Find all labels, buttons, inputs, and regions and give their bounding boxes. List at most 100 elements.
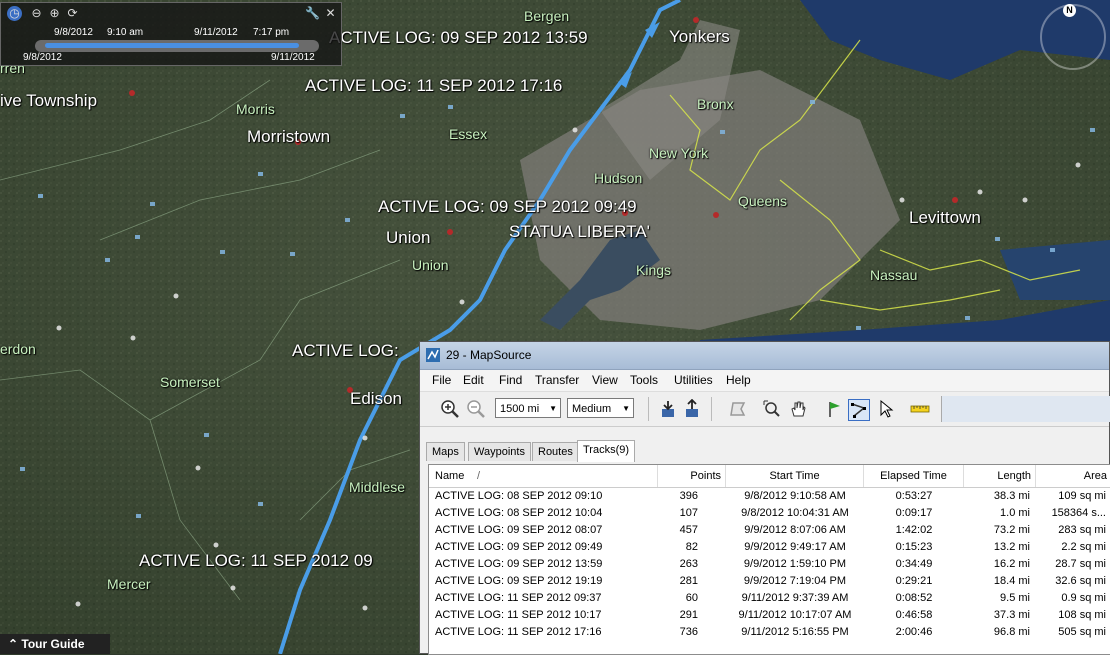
table-row[interactable]: ACTIVE LOG: 11 SEP 2012 17:16 736 9/11/201… xyxy=(429,624,1110,641)
table-row[interactable]: ACTIVE LOG: 11 SEP 2012 09:37 60 9/11/2012… xyxy=(429,590,1110,607)
cell-name: ACTIVE LOG: 09 SEP 2012 19:19 xyxy=(435,575,603,587)
waypoint-tool-icon[interactable] xyxy=(824,399,844,419)
tab-maps[interactable]: Maps xyxy=(426,442,465,461)
wrench-icon[interactable]: 🔧 xyxy=(305,6,320,21)
county-label: Kings xyxy=(636,262,672,278)
table-row[interactable]: ACTIVE LOG: 09 SEP 2012 09:49 82 9/9/2012 … xyxy=(429,539,1110,556)
menu-utilities[interactable]: Utilities xyxy=(674,373,713,387)
send-to-device-icon[interactable] xyxy=(682,399,702,419)
cell-start-time: 9/11/2012 9:37:39 AM xyxy=(741,592,849,604)
menu-find[interactable]: Find xyxy=(499,373,522,387)
table-row[interactable]: ACTIVE LOG: 09 SEP 2012 19:19 281 9/9/2012… xyxy=(429,573,1110,590)
tab-waypoints[interactable]: Waypoints xyxy=(468,442,531,461)
county-label: Middlese xyxy=(349,479,406,495)
place-label[interactable]: Levittown xyxy=(909,208,981,228)
clock-icon[interactable]: ◷ xyxy=(7,6,22,21)
cell-elapsed-time: 1:42:02 xyxy=(895,524,933,536)
menu-file[interactable]: File xyxy=(432,373,451,387)
cell-area: 109 sq mi xyxy=(1058,490,1106,502)
county-label: erdon xyxy=(0,341,36,357)
place-label[interactable]: Morristown xyxy=(247,127,330,147)
cell-length: 18.4 mi xyxy=(993,575,1030,587)
track-label[interactable]: ACTIVE LOG: 09 SEP 2012 09:49 xyxy=(378,197,637,217)
zoom-in-icon[interactable] xyxy=(440,399,460,419)
place-label[interactable]: Yonkers xyxy=(669,27,730,47)
hand-tool-icon[interactable] xyxy=(788,399,808,419)
menu-edit[interactable]: Edit xyxy=(463,373,484,387)
time-slider-track[interactable] xyxy=(35,40,319,52)
toolbar-separator xyxy=(711,397,712,421)
column-header-elapsed-time[interactable]: Elapsed Time xyxy=(864,465,964,487)
detail-value: Medium xyxy=(572,403,612,415)
time-slider-range[interactable] xyxy=(45,43,299,48)
cell-name: ACTIVE LOG: 09 SEP 2012 13:59 xyxy=(435,558,603,570)
track-label[interactable]: ACTIVE LOG: 09 SEP 2012 13:59 xyxy=(329,28,588,48)
cell-length: 73.2 mi xyxy=(993,524,1030,536)
column-header-length[interactable]: Length xyxy=(964,465,1036,487)
route-tool-icon[interactable] xyxy=(848,399,870,421)
cell-area: 32.6 sq mi xyxy=(1055,575,1106,587)
cell-start-time: 9/11/2012 10:17:07 AM xyxy=(738,609,852,621)
close-icon[interactable]: ✕ xyxy=(323,6,338,21)
track-label[interactable]: ACTIVE LOG: xyxy=(292,341,399,361)
zoom-out-time-icon[interactable]: ⊖ xyxy=(29,6,44,21)
place-label[interactable]: ive Township xyxy=(0,91,97,111)
play-icon[interactable]: ⟳ xyxy=(65,6,80,21)
cell-length: 37.3 mi xyxy=(993,609,1030,621)
tab-routes[interactable]: Routes xyxy=(532,442,579,461)
receive-from-device-icon[interactable] xyxy=(658,399,678,419)
cell-start-time: 9/9/2012 8:07:06 AM xyxy=(744,524,846,536)
title-bar[interactable]: 29 - MapSource xyxy=(420,342,1109,370)
table-row[interactable]: ACTIVE LOG: 11 SEP 2012 10:17 291 9/11/201… xyxy=(429,607,1110,624)
column-header-start-time[interactable]: Start Time xyxy=(726,465,864,487)
column-header-points[interactable]: Points xyxy=(658,465,726,487)
place-label[interactable]: Union xyxy=(386,228,430,248)
cell-length: 38.3 mi xyxy=(993,490,1030,502)
county-label: Union xyxy=(412,257,449,273)
zoom-out-icon[interactable] xyxy=(466,399,486,419)
map-tool-icon[interactable] xyxy=(728,399,748,419)
column-header-area[interactable]: Area xyxy=(1036,465,1110,487)
tour-guide-button[interactable]: ⌃ Tour Guide xyxy=(0,634,110,654)
county-label: Hudson xyxy=(594,170,643,186)
menu-view[interactable]: View xyxy=(592,373,618,387)
tracks-rows: ACTIVE LOG: 08 SEP 2012 09:10 396 9/8/2012… xyxy=(429,488,1110,641)
menu-tools[interactable]: Tools xyxy=(630,373,658,387)
county-label: Morris xyxy=(236,101,275,117)
detail-select[interactable]: Medium ▼ xyxy=(567,398,634,418)
cell-length: 1.0 mi xyxy=(1000,507,1030,519)
compass-north-label[interactable]: N xyxy=(1063,4,1076,17)
table-row[interactable]: ACTIVE LOG: 08 SEP 2012 10:04 107 9/8/2012… xyxy=(429,505,1110,522)
scale-select[interactable]: 1500 mi ▼ xyxy=(495,398,561,418)
mapsource-window[interactable]: 29 - MapSource File Edit Find Transfer V… xyxy=(419,341,1110,655)
cell-points: 396 xyxy=(679,490,698,502)
track-label[interactable]: ACTIVE LOG: 11 SEP 2012 17:16 xyxy=(305,76,562,96)
cell-length: 96.8 mi xyxy=(993,626,1030,638)
table-row[interactable]: ACTIVE LOG: 08 SEP 2012 09:10 396 9/8/2012… xyxy=(429,488,1110,505)
menu-help[interactable]: Help xyxy=(726,373,751,387)
tracks-list[interactable]: Name / Points Start Time Elapsed Time Le… xyxy=(428,464,1110,655)
cell-area: 505 sq mi xyxy=(1058,626,1106,638)
place-label[interactable]: STATUA LIBERTA' xyxy=(509,222,650,242)
selection-arrow-icon[interactable] xyxy=(876,399,896,419)
table-row[interactable]: ACTIVE LOG: 09 SEP 2012 13:59 263 9/9/2012… xyxy=(429,556,1110,573)
menu-bar: File Edit Find Transfer View Tools Utili… xyxy=(420,370,1109,392)
table-row[interactable]: ACTIVE LOG: 09 SEP 2012 08:07 457 9/9/2012… xyxy=(429,522,1110,539)
cell-name: ACTIVE LOG: 08 SEP 2012 09:10 xyxy=(435,490,603,502)
county-label: Bronx xyxy=(697,96,734,112)
track-label[interactable]: ACTIVE LOG: 11 SEP 2012 09 xyxy=(139,551,373,571)
cell-elapsed-time: 0:34:49 xyxy=(895,558,933,570)
zoom-in-time-icon[interactable]: ⊕ xyxy=(47,6,62,21)
menu-transfer[interactable]: Transfer xyxy=(535,373,579,387)
column-header-name[interactable]: Name / xyxy=(429,465,658,487)
place-label[interactable]: Edison xyxy=(350,389,402,409)
tab-tracks[interactable]: Tracks(9) xyxy=(577,440,636,462)
cell-length: 9.5 mi xyxy=(1000,592,1030,604)
zoom-tool-icon[interactable] xyxy=(762,399,782,419)
cell-points: 281 xyxy=(679,575,698,587)
toolbar-empty-area xyxy=(941,396,1110,422)
tour-guide-label: Tour Guide xyxy=(21,637,85,651)
cell-length: 16.2 mi xyxy=(993,558,1030,570)
distance-ruler-icon[interactable] xyxy=(910,399,930,419)
mapsource-app-icon xyxy=(426,348,440,362)
